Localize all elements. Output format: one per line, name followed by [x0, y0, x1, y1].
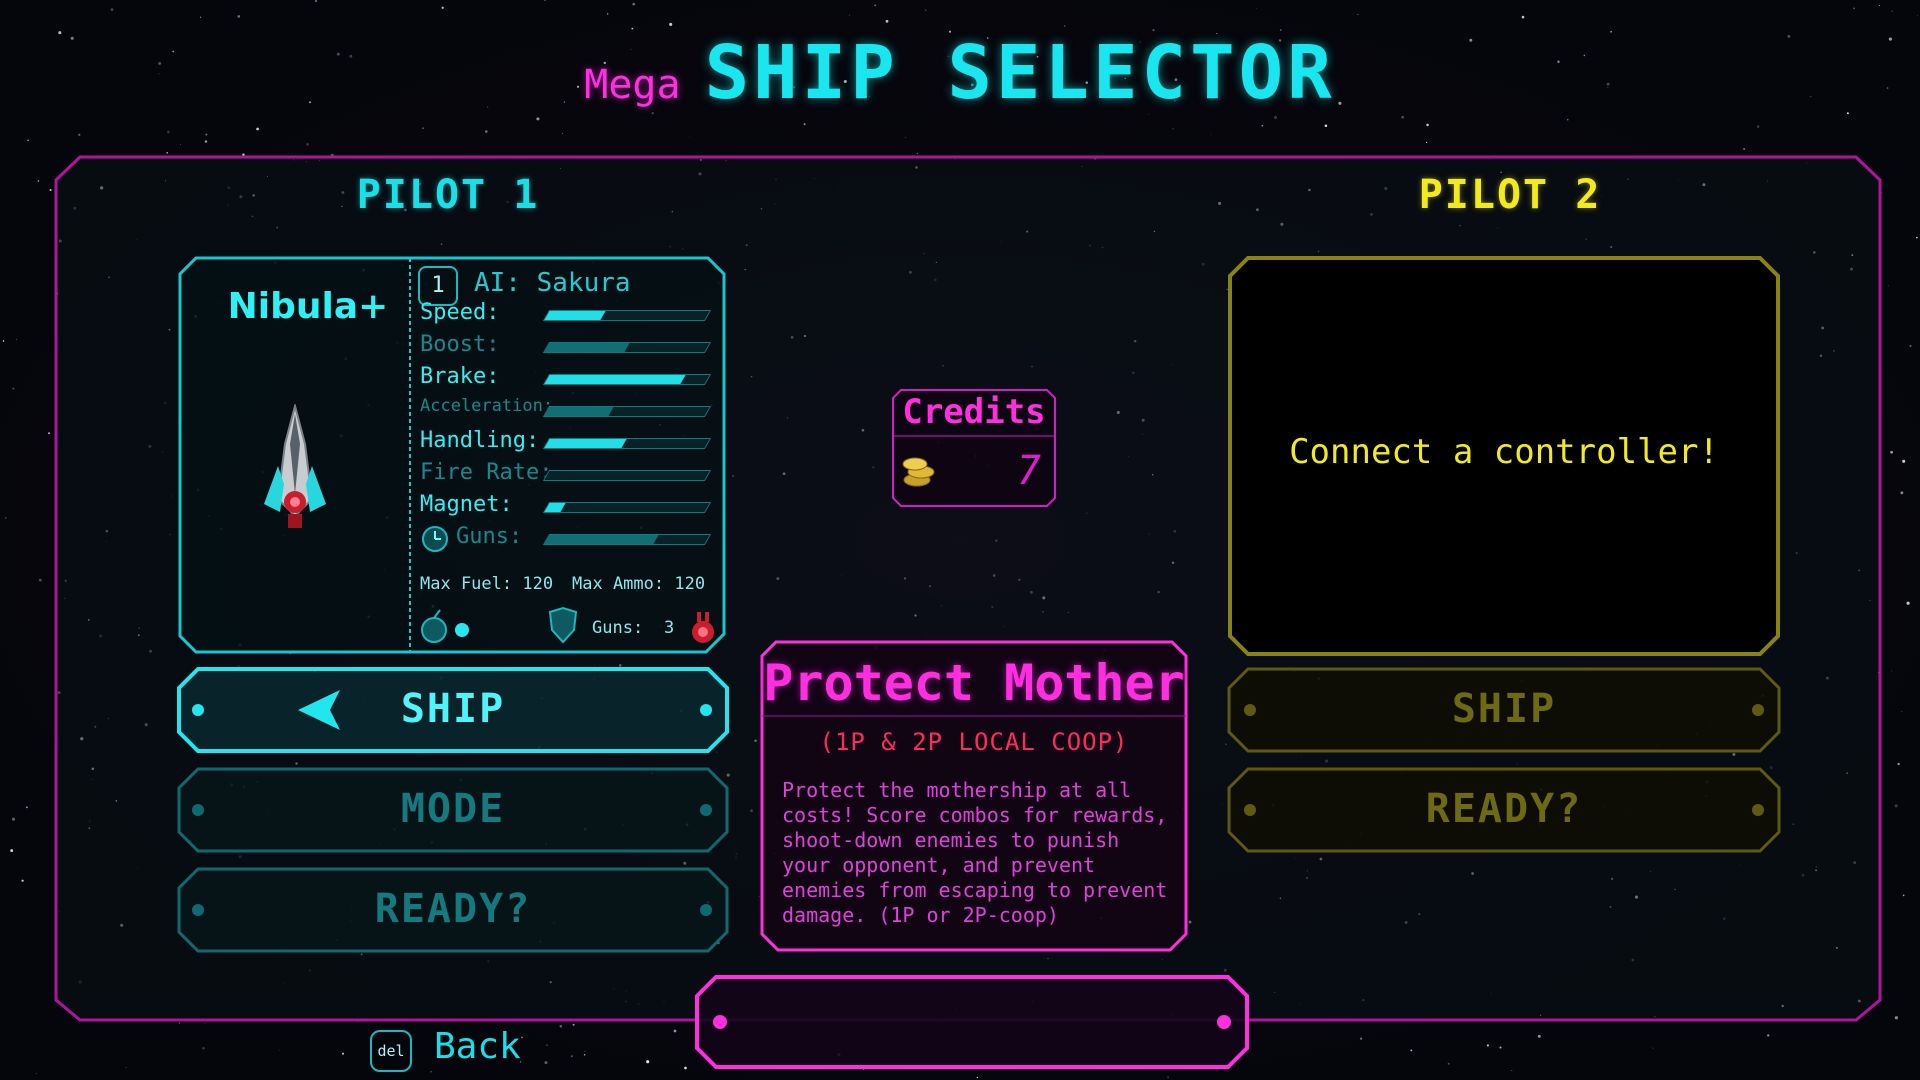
- stat-bar-fill: [544, 535, 659, 544]
- pilot2-connect-panel: Connect a controller!: [1228, 256, 1780, 656]
- title-main: SHIP SELECTOR: [704, 30, 1336, 116]
- pilot1-heading: PILOT 1: [356, 172, 540, 218]
- connect-controller-message: Connect a controller!: [1289, 432, 1719, 472]
- mode-panel: Protect Mother (1P & 2P LOCAL COOP) Prot…: [760, 640, 1188, 952]
- stat-label: Magnet:: [420, 492, 513, 517]
- stat-bar-fill: [544, 343, 630, 352]
- mode-description: Protect the mothership at all costs! Sco…: [782, 778, 1168, 927]
- bomb-icon: [421, 609, 469, 643]
- stat-label: Handling:: [420, 428, 540, 453]
- ship-sprite-icon: [264, 404, 326, 528]
- credits-label: Credits: [902, 392, 1046, 432]
- pilot2-heading: PILOT 2: [1418, 172, 1602, 218]
- stat-label: Guns:: [456, 524, 523, 549]
- pilot1-ship-button[interactable]: SHIP: [176, 666, 730, 754]
- back-label: Back: [434, 1026, 521, 1067]
- stat-bar: [542, 310, 712, 321]
- pilot1-mode-label: MODE: [400, 786, 506, 832]
- stat-bar: [542, 438, 712, 449]
- stat-bar: [542, 534, 712, 545]
- stat-bar: [542, 374, 712, 385]
- ship-name: Nibula+: [227, 286, 389, 327]
- pilot2-ready-button[interactable]: READY?: [1226, 766, 1782, 854]
- guns-label: Guns:: [592, 618, 644, 638]
- stat-bar-fill: [544, 311, 606, 320]
- del-key-icon: del: [370, 1030, 412, 1072]
- credits-panel: Credits 7: [891, 388, 1057, 508]
- pilot1-ready-button[interactable]: READY?: [176, 866, 730, 954]
- stat-label: Boost:: [420, 332, 500, 357]
- coins-icon: [902, 457, 935, 487]
- bottom-action-bar[interactable]: [694, 974, 1250, 1070]
- pilot1-ship-card: Nibula+ 1 AI: Sakura Max Fuel: 120 Max A…: [178, 256, 726, 654]
- pilot2-ready-label: READY?: [1425, 786, 1583, 832]
- pilot1-ready-label: READY?: [374, 886, 532, 932]
- title-mega: Mega: [584, 62, 681, 108]
- stat-label: Brake:: [420, 364, 500, 389]
- gun-turret-icon: [692, 612, 714, 643]
- guns-count: 3: [664, 618, 675, 638]
- stat-bar-fill: [544, 407, 614, 416]
- shield-icon: [548, 606, 578, 644]
- stat-label: Fire Rate:: [420, 460, 553, 485]
- max-ammo: Max Ammo: 120: [572, 574, 706, 594]
- clock-icon: [422, 526, 448, 552]
- pilot2-ship-button[interactable]: SHIP: [1226, 666, 1782, 754]
- stat-bar: [542, 502, 712, 513]
- stat-bar: [542, 406, 712, 417]
- credits-amount: 7: [1016, 448, 1041, 494]
- pilot1-ship-label: SHIP: [400, 686, 506, 732]
- max-fuel: Max Fuel: 120: [420, 574, 554, 594]
- pilot1-mode-button[interactable]: MODE: [176, 766, 730, 854]
- mode-title: Protect Mother: [763, 654, 1185, 712]
- stat-bar-fill: [544, 375, 686, 384]
- mode-subtitle: (1P & 2P LOCAL COOP): [819, 728, 1129, 756]
- page-title: Mega SHIP SELECTOR: [0, 30, 1920, 116]
- stat-bar-fill: [544, 439, 627, 448]
- stat-label: Speed:: [420, 300, 500, 325]
- stat-bar-fill: [544, 503, 566, 512]
- stat-bar: [542, 470, 712, 481]
- stat-bar: [542, 342, 712, 353]
- stat-label: Acceleration:: [420, 396, 554, 416]
- pilot2-ship-label: SHIP: [1451, 686, 1557, 732]
- pilot-name: AI: Sakura: [474, 268, 631, 298]
